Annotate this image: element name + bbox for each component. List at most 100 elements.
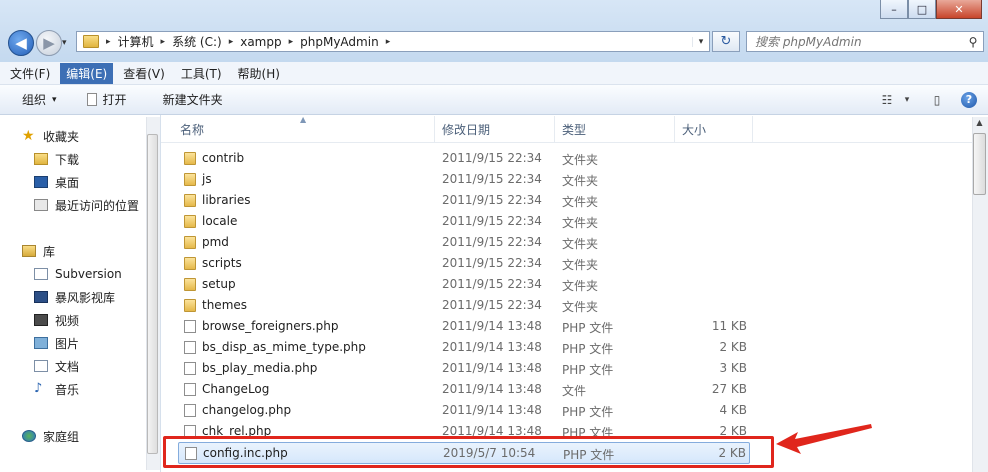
nav-homegroup[interactable]: 家庭组 [22,426,79,446]
nav-scrollbar-thumb[interactable] [147,134,158,454]
minimize-button[interactable]: – [880,0,908,19]
breadcrumb-phpmyadmin[interactable]: phpMyAdmin [296,35,383,49]
nav-item-subversion[interactable]: Subversion [34,264,122,284]
nav-favorites[interactable]: ★ 收藏夹 [22,126,79,146]
breadcrumb-separator[interactable]: ▸ [226,37,237,47]
menu-view[interactable]: 查看(V) [117,63,171,84]
menu-tools[interactable]: 工具(T) [175,63,228,84]
nav-item-pictures[interactable]: 图片 [34,333,79,353]
star-icon: ★ [22,128,35,144]
file-date: 2011/9/14 13:48 [442,361,542,375]
view-options-icon[interactable]: ☷ [874,90,900,110]
music-note-icon: ♪ [34,381,43,396]
file-type: 文件夹 [562,300,599,314]
file-icon [184,362,196,375]
nav-item-label: Subversion [55,267,122,281]
address-dropdown-icon[interactable]: ▾ [692,36,709,47]
nav-favorites-label: 收藏夹 [43,129,80,144]
table-row[interactable]: scripts 2011/9/15 22:34 文件夹 [170,253,750,274]
column-date[interactable]: 修改日期 [435,116,555,142]
refresh-button[interactable]: ↻ [712,31,740,52]
help-button[interactable]: ? [956,90,982,110]
file-type: 文件夹 [562,153,599,167]
picture-library-icon [34,337,48,349]
view-dropdown-icon[interactable]: ▾ [900,90,914,110]
breadcrumb-separator[interactable]: ▸ [103,37,114,47]
nav-item-videos[interactable]: 视频 [34,310,79,330]
recent-pages-dropdown[interactable]: ▾ [62,38,67,48]
search-box[interactable]: ⚲ [746,31,984,52]
file-date: 2011/9/15 22:34 [442,193,542,207]
window-controls: – □ ✕ [880,0,982,20]
forward-button[interactable]: ▶ [36,30,62,56]
breadcrumb-separator[interactable]: ▸ [286,37,297,47]
file-list-scrollbar-thumb[interactable] [973,133,986,195]
table-row[interactable]: locale 2011/9/15 22:34 文件夹 [170,211,750,232]
downloads-folder-icon [34,153,48,165]
close-button[interactable]: ✕ [936,0,982,19]
file-icon [184,383,196,396]
file-name: setup [202,277,236,291]
table-row[interactable]: bs_disp_as_mime_type.php 2011/9/14 13:48 P… [170,337,750,358]
breadcrumb-separator[interactable]: ▸ [158,37,169,47]
nav-item-downloads[interactable]: 下载 [34,149,79,169]
column-size[interactable]: 大小 [675,116,753,142]
file-name: browse_foreigners.php [202,319,339,333]
menu-edit[interactable]: 编辑(E) [60,62,114,84]
scroll-up-icon[interactable]: ▲ [973,118,986,127]
nav-item-recent-places[interactable]: 最近访问的位置 [34,195,139,215]
file-name: locale [202,214,238,228]
search-input[interactable] [747,33,963,50]
column-type[interactable]: 类型 [555,116,675,142]
file-type: 文件夹 [562,216,599,230]
menu-file[interactable]: 文件(F) [4,63,56,84]
nav-item-music[interactable]: ♪ 音乐 [34,379,79,399]
search-icon[interactable]: ⚲ [963,35,983,49]
file-name: libraries [202,193,251,207]
new-folder-button[interactable]: 新建文件夹 [155,89,231,111]
file-icon [184,320,196,333]
breadcrumb-computer[interactable]: 计算机 [114,33,158,50]
table-row[interactable]: bs_play_media.php 2011/9/14 13:48 PHP 文件 3 … [170,358,750,379]
file-icon [184,404,196,417]
file-name: themes [202,298,248,312]
table-row[interactable]: pmd 2011/9/15 22:34 文件夹 [170,232,750,253]
back-button[interactable]: ◀ [8,30,34,56]
folder-icon [184,152,196,165]
menu-help[interactable]: 帮助(H) [232,63,286,84]
breadcrumb-xampp[interactable]: xampp [236,35,285,49]
organize-button[interactable]: 组织 ▾ [14,89,65,111]
open-button[interactable]: 打开 [79,89,135,111]
annotation-arrow-icon [776,424,872,454]
file-type: PHP 文件 [562,342,614,356]
breadcrumb-separator[interactable]: ▸ [383,37,394,47]
table-row[interactable]: themes 2011/9/15 22:34 文件夹 [170,295,750,316]
library-icon [22,245,36,257]
column-header: 名称 修改日期 类型 大小 [161,116,972,143]
file-type: PHP 文件 [562,405,614,419]
new-folder-label: 新建文件夹 [162,93,223,107]
table-row[interactable]: browse_foreigners.php 2011/9/14 13:48 PHP … [170,316,750,337]
table-row[interactable]: ChangeLog 2011/9/14 13:48 文件 27 KB [170,379,750,400]
file-date: 2011/9/14 13:48 [442,403,542,417]
nav-item-label: 暴风影视库 [55,290,116,305]
homegroup-icon [22,430,36,442]
table-row[interactable]: js 2011/9/15 22:34 文件夹 [170,169,750,190]
maximize-button[interactable]: □ [908,0,936,19]
table-row[interactable]: setup 2011/9/15 22:34 文件夹 [170,274,750,295]
nav-item-documents[interactable]: 文档 [34,356,79,376]
nav-item-baofeng-library[interactable]: 暴风影视库 [34,287,115,307]
file-type: PHP 文件 [562,321,614,335]
nav-libraries-label: 库 [43,244,56,259]
preview-pane-icon[interactable]: ▯ [924,90,950,110]
chevron-down-icon: ▾ [52,94,57,105]
file-type: 文件夹 [562,237,599,251]
nav-item-desktop[interactable]: 桌面 [34,172,79,192]
table-row[interactable]: changelog.php 2011/9/14 13:48 PHP 文件 4 KB [170,400,750,421]
nav-libraries[interactable]: 库 [22,241,55,261]
address-bar[interactable]: ▸ 计算机 ▸ 系统 (C:) ▸ xampp ▸ phpMyAdmin ▸ ▾ [76,31,710,52]
table-row[interactable]: libraries 2011/9/15 22:34 文件夹 [170,190,750,211]
table-row[interactable]: contrib 2011/9/15 22:34 文件夹 [170,148,750,169]
file-size: 11 KB [711,319,747,333]
breadcrumb-system-drive[interactable]: 系统 (C:) [168,33,226,50]
